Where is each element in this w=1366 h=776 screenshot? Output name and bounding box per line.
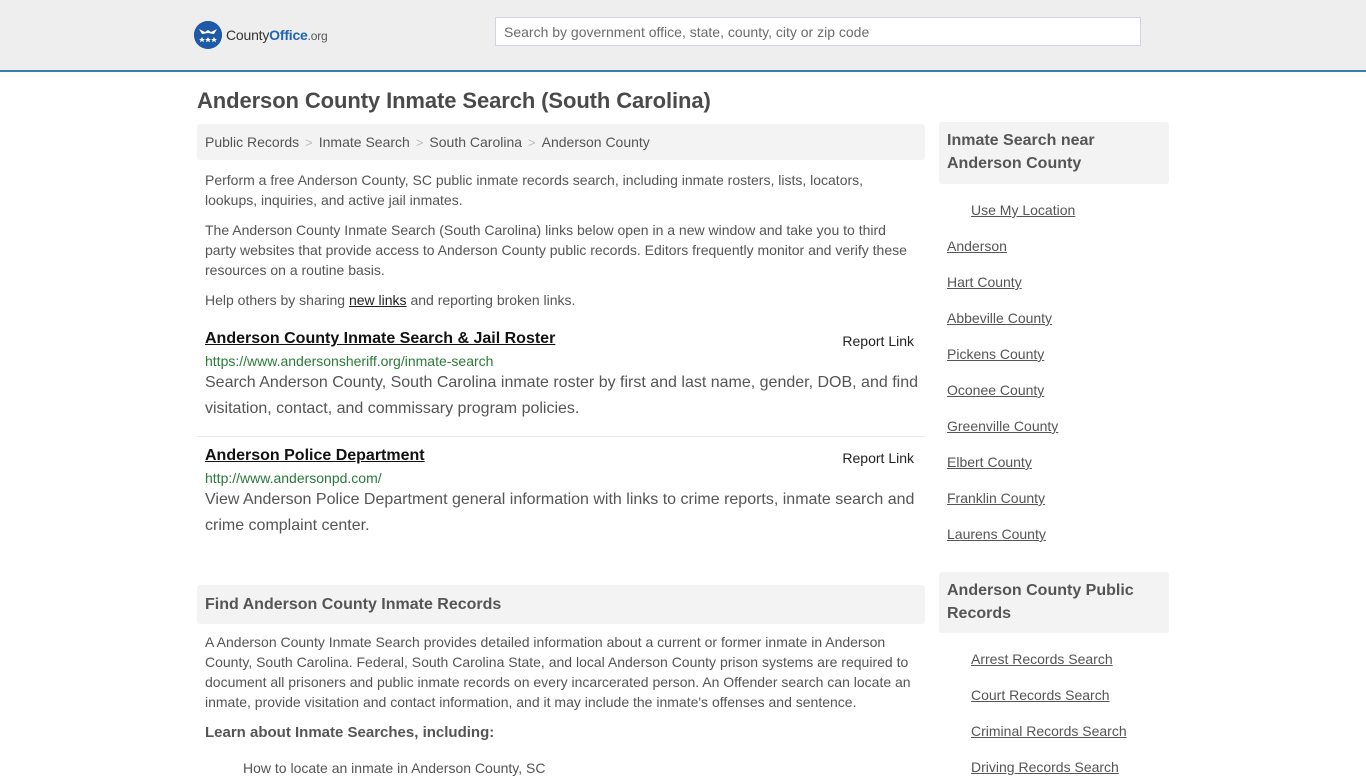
nearby-link[interactable]: Franklin County xyxy=(947,490,1045,506)
logo-link[interactable]: CountyOffice.org xyxy=(194,21,328,49)
nearby-link[interactable]: Anderson xyxy=(947,238,1007,254)
use-my-location-link[interactable]: Use My Location xyxy=(971,202,1075,218)
nearby-link[interactable]: Elbert County xyxy=(947,454,1032,470)
nearby-link[interactable]: Hart County xyxy=(947,274,1022,290)
breadcrumb-current: Anderson County xyxy=(541,134,650,150)
nearby-link[interactable]: Laurens County xyxy=(947,526,1046,542)
breadcrumb-south-carolina[interactable]: South Carolina xyxy=(429,134,522,150)
help-text-end: and reporting broken links. xyxy=(406,292,576,308)
breadcrumb-public-records[interactable]: Public Records xyxy=(205,134,299,150)
result-item: Anderson Police Department Report Link h… xyxy=(197,447,925,547)
breadcrumb-inmate-search[interactable]: Inmate Search xyxy=(319,134,410,150)
learn-about-heading: Learn about Inmate Searches, including: xyxy=(205,724,495,741)
public-records-link[interactable]: Arrest Records Search xyxy=(971,651,1113,667)
nearby-link[interactable]: Greenville County xyxy=(947,418,1058,434)
find-records-body: A Anderson County Inmate Search provides… xyxy=(205,634,911,710)
public-records-heading: Anderson County Public Records xyxy=(939,572,1169,633)
new-links-link[interactable]: new links xyxy=(349,292,407,308)
find-records-heading: Find Anderson County Inmate Records xyxy=(197,585,925,624)
breadcrumb: Public Records > Inmate Search > South C… xyxy=(197,124,925,160)
help-text: Help others by sharing xyxy=(205,292,349,308)
search-input[interactable] xyxy=(495,17,1141,46)
intro-paragraph-1: Perform a free Anderson County, SC publi… xyxy=(205,172,864,208)
breadcrumb-separator: > xyxy=(528,134,536,150)
page-title: Anderson County Inmate Search (South Car… xyxy=(197,88,711,113)
result-description: View Anderson Police Department general … xyxy=(205,491,915,534)
logo-tld: .org xyxy=(307,29,328,43)
learn-list-item[interactable]: How to locate an inmate in Anderson Coun… xyxy=(243,760,545,776)
result-url[interactable]: https://www.andersonsheriff.org/inmate-s… xyxy=(205,353,925,369)
logo-brand: Office xyxy=(269,27,308,43)
result-item: Anderson County Inmate Search & Jail Ros… xyxy=(197,330,925,437)
site-header: CountyOffice.org xyxy=(0,0,1366,72)
public-records-link[interactable]: Court Records Search xyxy=(971,687,1110,703)
nearby-link[interactable]: Abbeville County xyxy=(947,310,1052,326)
report-link-button[interactable]: Report Link xyxy=(842,450,914,466)
eagle-stars-icon xyxy=(194,21,222,49)
nearby-link[interactable]: Oconee County xyxy=(947,382,1044,398)
report-link-button[interactable]: Report Link xyxy=(842,333,914,349)
result-title-link[interactable]: Anderson County Inmate Search & Jail Ros… xyxy=(205,330,555,348)
breadcrumb-separator: > xyxy=(305,134,313,150)
result-title-link[interactable]: Anderson Police Department xyxy=(205,447,425,465)
breadcrumb-separator: > xyxy=(415,134,424,150)
logo-text: CountyOffice.org xyxy=(226,27,328,43)
result-description: Search Anderson County, South Carolina i… xyxy=(205,374,918,417)
public-records-link[interactable]: Criminal Records Search xyxy=(971,723,1127,739)
result-url[interactable]: http://www.andersonpd.com/ xyxy=(205,470,925,486)
nearby-heading: Inmate Search near Anderson County xyxy=(939,122,1169,184)
logo-prefix: County xyxy=(226,27,270,43)
nearby-link[interactable]: Pickens County xyxy=(947,346,1044,362)
intro-paragraph-2: The Anderson County Inmate Search (South… xyxy=(205,222,907,278)
intro-paragraph-3: Help others by sharing new links and rep… xyxy=(205,290,917,310)
public-records-link[interactable]: Driving Records Search xyxy=(971,759,1119,775)
